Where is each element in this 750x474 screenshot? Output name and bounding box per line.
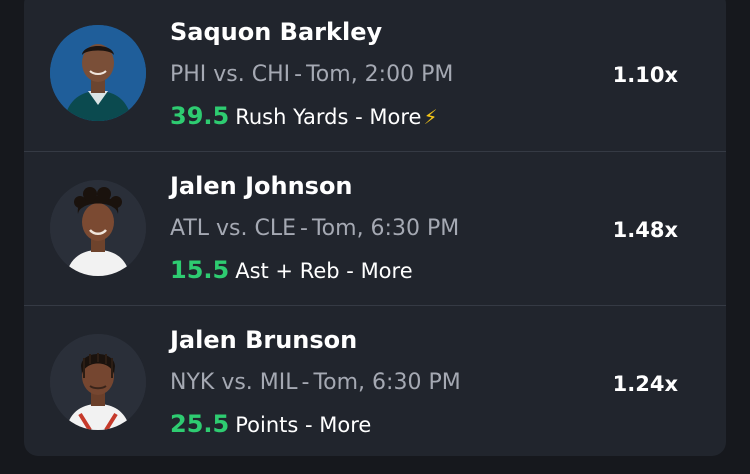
matchup-text: PHI vs. CHI bbox=[170, 62, 291, 87]
pick-row-saquon-barkley[interactable]: Saquon Barkley PHI vs. CHI - Tom, 2:00 PM … bbox=[24, 0, 726, 143]
matchup-text: ATL vs. CLE bbox=[170, 216, 297, 241]
lightning-bolt-icon: ⚡ bbox=[423, 105, 438, 129]
pick-row-jalen-johnson[interactable]: Jalen Johnson ATL vs. CLE - Tom, 6:30 PM 1… bbox=[24, 151, 726, 305]
separator: - bbox=[294, 62, 303, 87]
game-time: Tom, 6:30 PM bbox=[313, 370, 461, 395]
projection-line: 15.5 Ast + Reb - More bbox=[170, 256, 413, 284]
separator: - bbox=[305, 413, 313, 437]
separator: - bbox=[355, 105, 363, 129]
payout-multiplier: 1.48x bbox=[612, 218, 678, 242]
game-info: NYK vs. MIL - Tom, 6:30 PM bbox=[170, 370, 461, 395]
game-time: Tom, 6:30 PM bbox=[311, 216, 460, 241]
payout-multiplier: 1.24x bbox=[612, 372, 678, 396]
pick-row-jalen-brunson[interactable]: Jalen Brunson NYK vs. MIL - Tom, 6:30 PM 2… bbox=[24, 305, 726, 456]
separator: - bbox=[301, 370, 310, 395]
line-value: 15.5 bbox=[170, 256, 230, 284]
projection-line: 39.5 Rush Yards - More ⚡ bbox=[170, 102, 438, 130]
player-name: Jalen Brunson bbox=[170, 326, 358, 354]
pick-direction: More bbox=[360, 259, 413, 283]
line-value: 25.5 bbox=[170, 410, 230, 438]
game-time: Tom, 2:00 PM bbox=[306, 62, 454, 87]
stat-type: Points bbox=[235, 413, 299, 437]
player-avatar bbox=[50, 180, 146, 276]
separator: - bbox=[300, 216, 308, 241]
separator: - bbox=[346, 259, 354, 283]
picks-card: Saquon Barkley PHI vs. CHI - Tom, 2:00 PM … bbox=[24, 0, 726, 456]
projection-line: 25.5 Points - More bbox=[170, 410, 371, 438]
stat-type: Ast + Reb bbox=[235, 259, 340, 283]
stat-type: Rush Yards bbox=[235, 105, 349, 129]
player-name: Jalen Johnson bbox=[170, 172, 353, 200]
player-name: Saquon Barkley bbox=[170, 18, 383, 46]
player-headshot-icon bbox=[50, 25, 146, 121]
player-headshot-icon bbox=[50, 180, 146, 276]
player-avatar bbox=[50, 25, 146, 121]
pick-direction: More bbox=[369, 105, 422, 129]
pick-direction: More bbox=[319, 413, 372, 437]
game-info: PHI vs. CHI - Tom, 2:00 PM bbox=[170, 62, 453, 87]
player-headshot-icon bbox=[50, 334, 146, 430]
player-avatar bbox=[50, 334, 146, 430]
matchup-text: NYK vs. MIL bbox=[170, 370, 298, 395]
game-info: ATL vs. CLE - Tom, 6:30 PM bbox=[170, 216, 459, 241]
line-value: 39.5 bbox=[170, 102, 230, 130]
payout-multiplier: 1.10x bbox=[612, 63, 678, 87]
